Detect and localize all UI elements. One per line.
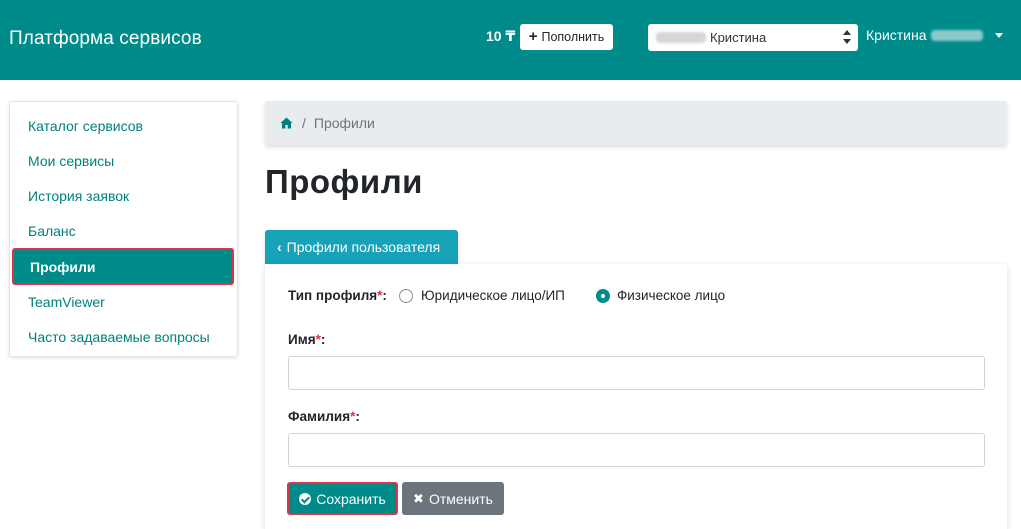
sidebar-item-balance[interactable]: Баланс: [12, 213, 234, 248]
last-name-label-text: Фамилия: [288, 409, 351, 424]
radio-legal-entity[interactable]: [399, 289, 413, 303]
user-menu-toggle[interactable]: Кристина: [866, 27, 1003, 43]
balance-amount: 10 ₸: [486, 28, 516, 44]
sidebar-item-teamviewer[interactable]: TeamViewer: [12, 284, 234, 319]
profile-select-value: Кристина: [710, 30, 767, 45]
back-button-label: Профили пользователя: [286, 239, 441, 255]
first-name-label-text: Имя: [288, 332, 316, 347]
plus-icon: +: [528, 28, 538, 45]
save-button[interactable]: Сохранить: [287, 482, 398, 515]
radio-individual[interactable]: [596, 289, 610, 303]
profile-type-label: Тип профиля*:: [288, 288, 387, 303]
sidebar-item-profiles[interactable]: Профили: [12, 248, 234, 285]
brand-title[interactable]: Платформа сервисов: [9, 28, 202, 50]
sidebar-item-faq[interactable]: Часто задаваемые вопросы: [12, 319, 234, 354]
sidebar-item-request-history[interactable]: История заявок: [12, 178, 234, 213]
first-name-label: Имя*:: [288, 332, 325, 347]
select-arrows-icon: [843, 30, 851, 44]
radio-legal-entity-label[interactable]: Юридическое лицо/ИП: [421, 288, 565, 303]
topup-button-label: Пополнить: [541, 30, 605, 44]
sidebar-menu: Каталог сервисов Мои сервисы История зая…: [9, 101, 238, 357]
blurred-user-surname: [930, 29, 983, 41]
label-colon: :: [320, 332, 326, 347]
top-navbar: Платформа сервисов 10 ₸ + Пополнить Крис…: [0, 0, 1021, 80]
label-colon: :: [382, 288, 387, 303]
last-name-input[interactable]: [288, 433, 985, 467]
profile-select[interactable]: Кристина: [648, 24, 858, 51]
breadcrumb-current: Профили: [313, 115, 375, 131]
close-icon: ✖: [413, 490, 424, 506]
radio-individual-label[interactable]: Физическое лицо: [617, 288, 725, 303]
user-profiles-back-button[interactable]: ‹ Профили пользователя: [265, 230, 458, 264]
cancel-button[interactable]: ✖ Отменить: [402, 482, 504, 515]
topup-button[interactable]: + Пополнить: [520, 24, 613, 50]
first-name-input[interactable]: [288, 356, 985, 390]
last-name-label: Фамилия*:: [288, 409, 360, 424]
page-title: Профили: [265, 163, 423, 200]
blurred-surname: [656, 32, 706, 43]
breadcrumb: / Профили: [265, 101, 1007, 145]
label-colon: :: [355, 409, 360, 424]
caret-down-icon: [994, 32, 1003, 38]
chevron-left-icon: ‹: [277, 239, 282, 255]
sidebar-item-catalog[interactable]: Каталог сервисов: [12, 108, 234, 143]
user-name: Кристина: [866, 27, 927, 43]
sidebar-item-my-services[interactable]: Мои сервисы: [12, 143, 234, 178]
profile-type-label-text: Тип профиля: [288, 288, 378, 303]
cancel-button-label: Отменить: [428, 490, 493, 507]
check-circle-icon: [299, 492, 312, 505]
breadcrumb-separator: /: [302, 115, 306, 131]
save-button-label: Сохранить: [316, 490, 386, 507]
home-icon[interactable]: [280, 117, 293, 129]
